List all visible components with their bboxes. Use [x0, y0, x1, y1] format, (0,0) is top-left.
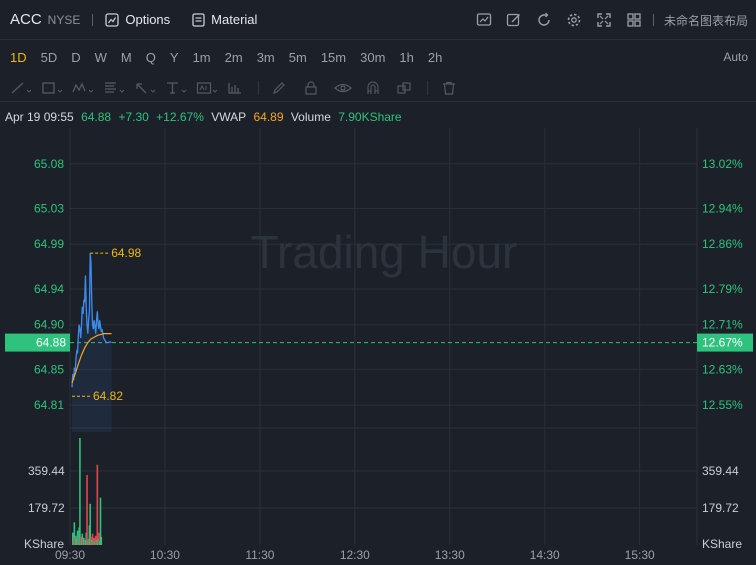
time-tick-label: 10:30 [150, 548, 180, 562]
time-tick-label: 14:30 [530, 548, 560, 562]
current-pct-label: 12.67% [702, 336, 743, 350]
right-tick-label: 13.02% [702, 157, 743, 171]
time-tick-label: 13:30 [435, 548, 465, 562]
left-tick-label: 64.90 [34, 318, 64, 332]
low-marker-label: 64.82 [93, 389, 123, 403]
high-marker-label: 64.98 [111, 246, 141, 260]
volume-tick-label: 359.44 [28, 464, 65, 478]
right-tick-label: 12.94% [702, 201, 743, 215]
time-axis: 09:30 10:30 11:30 12:30 13:30 14:30 15:30 [55, 548, 655, 562]
right-percent-axis: 13.02% 12.94% 12.86% 12.79% 12.71% 12.63% 12.5… [70, 157, 753, 412]
right-tick-label: 12.79% [702, 282, 743, 296]
volume-tick-label-right: 179.72 [702, 501, 739, 515]
volume-bar [100, 536, 103, 545]
left-tick-label: 64.81 [34, 398, 64, 412]
volume-bar [79, 438, 81, 545]
left-tick-label: 64.94 [34, 282, 64, 296]
volume-tick-label-right: 359.44 [702, 464, 739, 478]
left-price-axis: 65.08 65.03 64.99 64.94 64.90 64.85 64.81 64.88 [5, 157, 70, 412]
volume-bar [86, 475, 88, 545]
current-price-label: 64.88 [36, 336, 66, 350]
time-tick-label: 09:30 [55, 548, 85, 562]
price-lines [71, 253, 112, 432]
left-tick-label: 65.08 [34, 157, 64, 171]
volume-unit-label-right: KShare [702, 537, 742, 551]
left-tick-label: 64.85 [34, 362, 64, 376]
chart-grid [69, 128, 698, 545]
volume-pane: 359.44 359.44179.72 179.72KShare KShare [24, 438, 742, 551]
right-tick-label: 12.63% [702, 362, 743, 376]
right-tick-label: 12.71% [702, 318, 743, 332]
watermark-text: Trading Hour [251, 226, 518, 278]
right-tick-label: 12.55% [702, 398, 743, 412]
price-chart[interactable]: Trading Hour 65.08 65.03 64.99 64.94 64.90 64… [0, 0, 756, 565]
volume-tick-label: 179.72 [28, 501, 65, 515]
left-tick-label: 65.03 [34, 201, 64, 215]
volume-bar [96, 464, 99, 545]
time-tick-label: 15:30 [625, 548, 655, 562]
time-tick-label: 12:30 [340, 548, 370, 562]
left-tick-label: 64.99 [34, 237, 64, 251]
time-tick-label: 11:30 [245, 548, 274, 562]
right-tick-label: 12.86% [702, 237, 743, 251]
